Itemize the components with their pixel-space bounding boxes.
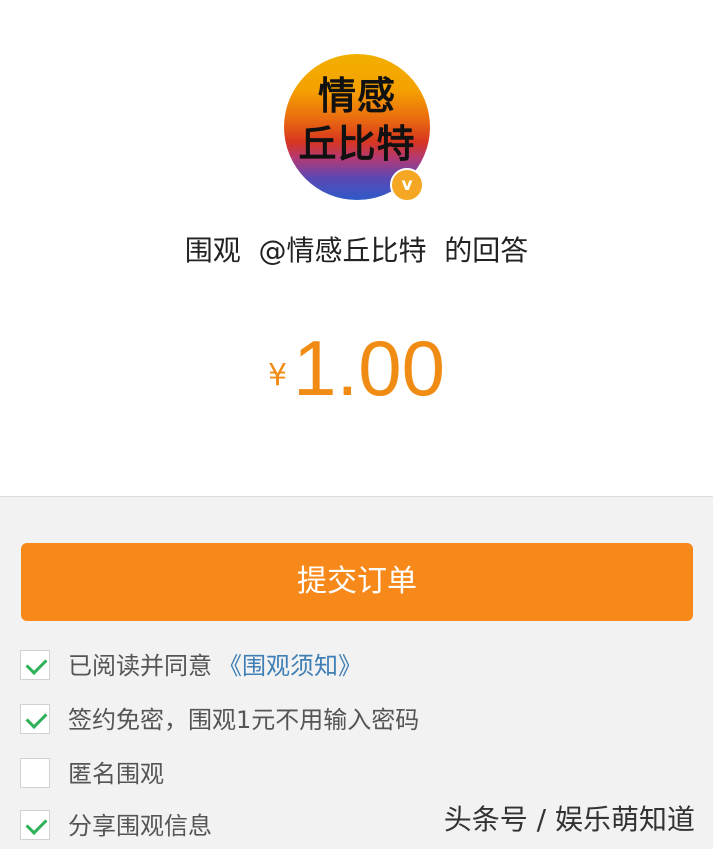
price-amount: 1.00 [293,324,445,412]
password-free-option[interactable]: 签约免密，围观1元不用输入密码 [20,702,620,740]
verified-badge-icon: v [390,168,424,202]
anonymous-checkbox[interactable] [20,758,50,788]
checkmark-icon [25,653,48,675]
agree-terms-checkbox[interactable] [20,650,50,680]
price-display: ¥1.00 [0,318,713,418]
anonymous-label: 匿名围观 [68,760,164,788]
share-label: 分享围观信息 [68,812,212,840]
avatar-text-line-1: 情感 [317,73,396,118]
password-free-label: 签约免密，围观1元不用输入密码 [68,706,420,734]
order-summary-panel: 情感 丘比特 v 围观 @情感丘比特 的回答 ¥1.00 [0,0,713,497]
currency-symbol: ¥ [268,358,288,393]
answer-title: 围观 @情感丘比特 的回答 [184,234,529,267]
checkmark-icon [25,813,48,835]
terms-link[interactable]: 《围观须知》 [218,652,362,680]
password-free-checkbox[interactable] [20,704,50,734]
agree-terms-label: 已阅读并同意 [68,652,212,680]
share-checkbox[interactable] [20,810,50,840]
submit-order-button[interactable]: 提交订单 [21,543,693,621]
anonymous-option[interactable]: 匿名围观 [20,756,620,794]
agree-terms-option[interactable]: 已阅读并同意 《围观须知》 [20,648,620,686]
watermark-text: 头条号 / 娱乐萌知道 [443,803,695,836]
checkmark-icon [25,707,48,729]
avatar-text-line-2: 丘比特 [298,121,416,166]
